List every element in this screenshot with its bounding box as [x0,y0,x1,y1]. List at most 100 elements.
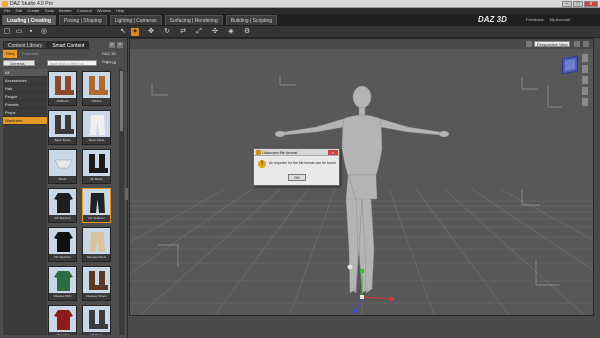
thumbnail-label: Disease Pants [83,254,110,261]
universal-tool-icon[interactable]: ✥ [147,28,155,36]
result-count: 1 - 26 [106,60,117,65]
dialog-title-bar: Unknown file format x [254,149,339,156]
room-tabs: Loading | Creating Posing | Shaping Ligh… [2,15,278,25]
category-hair[interactable]: Hair [3,85,47,93]
content-thumbnail[interactable]: HB Jacket [48,305,77,335]
title-bar: DAZ Studio 4.0 Pro – □ x [0,0,600,8]
render-icon[interactable]: ◎ [40,28,48,36]
joint-tool-icon[interactable]: ⚙ [243,28,251,36]
thumbnail-label: DF Boots [83,176,110,183]
content-thumbnail[interactable]: DF Boots [82,149,111,184]
active-pose-tool-icon[interactable]: ✦ [131,28,139,36]
tab-content-library[interactable]: Content Library [3,41,48,49]
panel-menu-icon[interactable]: ≡ [109,42,115,48]
feedback-link[interactable]: Feedback [526,17,544,22]
transform-gizmo[interactable] [353,269,394,313]
thumbnail-image [51,113,76,137]
thumbnail-label: DF SuitPant [83,215,110,222]
thumbnail-label: AMSlut [83,98,110,105]
thumbnail-image [85,74,110,98]
thumbnail-label: HB Boots [83,332,110,335]
surface-tool-icon[interactable]: ◈ [227,28,235,36]
genesis-figure[interactable] [274,85,450,294]
category-people[interactable]: People [3,93,47,101]
rotate-tool-icon[interactable]: ↻ [163,28,171,36]
close-button[interactable]: x [584,1,598,7]
viewport-menu-icon[interactable] [583,41,589,47]
app-icon [2,1,8,7]
subtab-products[interactable]: Products [19,50,41,58]
open-folder-icon[interactable]: ▭ [15,28,23,36]
thumbnail-image [85,152,110,176]
tab-smart-content[interactable]: Smart Content [47,41,90,49]
content-thumbnail[interactable]: HB Boots [82,305,111,335]
thumbnail-label: DF SkinSuit [49,215,76,222]
content-thumbnail[interactable]: Basic Pants [82,110,111,145]
viewport-header: Perspective View [130,39,593,49]
thumbnail-image [51,269,76,293]
smart-content-subtabs: Files Products DAZ 3D Store [3,50,123,64]
content-thumbnail[interactable]: AMSlut [82,71,111,106]
content-thumbnail[interactable]: AMBoots [48,71,77,106]
tab-posing-shaping[interactable]: Posing | Shaping [58,15,107,25]
save-icon[interactable]: ▪ [27,28,35,36]
thumbnail-image [85,308,110,332]
category-props[interactable]: Props [3,109,47,117]
content-thumbnail[interactable]: Briefs [48,149,77,184]
content-scrollbar[interactable] [119,69,124,335]
toolbar: ▢ ▭ ▪ ◎ ↖ ✦ ✥ ↻ ⇄ ⤢ ✣ ◈ ⚙ [0,26,600,38]
draw-style-icon[interactable] [574,41,580,47]
window-title: DAZ Studio 4.0 Pro [10,1,54,7]
viewport-options-icon[interactable] [526,41,532,47]
thumbnail-image [51,308,76,332]
translate-tool-icon[interactable]: ⇄ [179,28,187,36]
scale-tool-icon[interactable]: ⤢ [195,28,203,36]
my-account-link[interactable]: My Account [550,17,571,22]
content-thumbnail[interactable]: DF SuitPant [82,188,111,223]
thumbnail-image [85,230,110,254]
ok-button[interactable]: OK [288,174,306,181]
dialog-message: An importer for the file format can be f… [269,161,336,165]
content-thumbnail[interactable]: DF TankTop [48,227,77,262]
panel-collapse-handle[interactable] [125,188,128,200]
subtab-daz-store[interactable]: DAZ 3D Store [99,50,123,64]
maximize-button[interactable]: □ [573,1,583,7]
thumbnail-label: Disease Shoes [83,293,110,300]
3d-viewport[interactable]: Perspective View [129,38,594,316]
new-file-icon[interactable]: ▢ [3,28,11,36]
content-thumbnail[interactable]: Disease Shirt [48,266,77,301]
content-thumbnail[interactable]: Basic Boots [48,110,77,145]
category-presets[interactable]: Presets [3,101,47,109]
room-tabs-bar: Loading | Creating Posing | Shaping Ligh… [0,14,600,26]
figure-filter-dropdown[interactable]: Genesis [3,60,35,66]
tab-building-scripting[interactable]: Building | Scripting [225,15,278,25]
category-wardrobe[interactable]: Wardrobe [3,117,47,125]
category-all[interactable]: All [3,69,47,77]
thumbnail-image [85,269,110,293]
scrollbar-thumb[interactable] [120,71,123,131]
thumbnail-image [51,191,76,215]
content-thumbnail[interactable]: Disease Pants [82,227,111,262]
thumbnail-image [85,113,110,137]
node-tool-icon[interactable]: ✣ [211,28,219,36]
filter-row: Genesis type text to filter on 1 - 26 [3,59,123,67]
pointer-tool-icon[interactable]: ↖ [119,28,127,36]
tab-lighting-cameras[interactable]: Lighting | Cameras [109,15,162,25]
panel-close-icon[interactable]: × [117,42,123,48]
content-thumbnail[interactable]: DF SkinSuit [48,188,77,223]
dialog-close-button[interactable]: x [328,150,338,155]
dialog-app-icon [256,150,261,155]
search-input[interactable]: type text to filter on [47,60,97,66]
thumbnail-label: Basic Pants [83,137,110,144]
thumbnail-label: AMBoots [49,98,76,105]
category-accessories[interactable]: Accessories [3,77,47,85]
content-thumbnail[interactable]: Disease Shoes [82,266,111,301]
camera-select[interactable]: Perspective View [534,41,570,47]
tab-loading-creating[interactable]: Loading | Creating [2,15,56,25]
tab-surfacing-rendering[interactable]: Surfacing | Rendering [164,15,223,25]
thumbnail-label: Basic Boots [49,137,76,144]
subtab-files[interactable]: Files [3,50,18,58]
app-window: DAZ Studio 4.0 Pro – □ x File Edit Creat… [0,0,600,338]
minimize-button[interactable]: – [562,1,572,7]
top-links: Feedback My Account [526,17,570,22]
